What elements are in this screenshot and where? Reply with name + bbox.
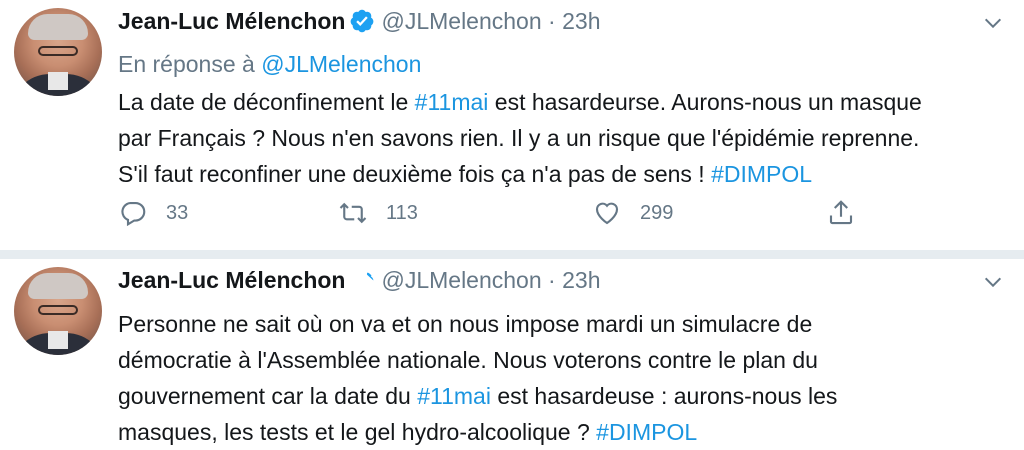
hashtag-link[interactable]: #11mai bbox=[415, 89, 489, 115]
tweet-text-line: démocratie à l'Assemblée nationale. Nous… bbox=[118, 342, 837, 378]
chevron-down-icon[interactable] bbox=[982, 12, 1004, 34]
reply-prefix: En réponse à bbox=[118, 51, 255, 77]
text-segment: Personne ne sait où on va et on nous imp… bbox=[118, 311, 813, 337]
tweet-text: La date de déconfinement le #11mai est h… bbox=[118, 84, 922, 192]
tweet-2[interactable]: Jean-Luc Mélenchon @JLMelenchon · 23h Per… bbox=[0, 259, 1024, 447]
text-segment: gouvernement car la date du bbox=[118, 383, 418, 409]
retweet-icon bbox=[339, 202, 367, 224]
tweet-separator bbox=[0, 250, 1024, 259]
tweet-header: Jean-Luc Mélenchon @JLMelenchon · 23h bbox=[118, 264, 600, 296]
hashtag-link[interactable]: #11mai bbox=[417, 383, 491, 409]
tweet-text-line: La date de déconfinement le #11mai est h… bbox=[118, 84, 922, 120]
author-name[interactable]: Jean-Luc Mélenchon bbox=[118, 267, 345, 293]
hashtag-link[interactable]: #DIMPOL bbox=[711, 161, 812, 187]
author-name[interactable]: Jean-Luc Mélenchon bbox=[118, 8, 345, 34]
text-segment: par Français ? Nous n'en savons rien. Il… bbox=[118, 125, 920, 151]
chevron-down-icon[interactable] bbox=[982, 271, 1004, 293]
author-handle[interactable]: @JLMelenchon bbox=[381, 267, 541, 293]
text-segment: est hasardeurse. Aurons-nous un masque bbox=[488, 89, 922, 115]
text-segment: masques, les tests et le gel hydro-alcoo… bbox=[118, 419, 597, 445]
text-segment: démocratie à l'Assemblée nationale. Nous… bbox=[118, 347, 818, 373]
verified-badge-icon bbox=[351, 9, 374, 33]
reply-mention-link[interactable]: @JLMelenchon bbox=[261, 51, 421, 77]
reply-count: 33 bbox=[166, 201, 189, 224]
like-count: 299 bbox=[640, 201, 674, 224]
text-segment: S'il faut reconfiner une deuxième fois ç… bbox=[118, 161, 712, 187]
text-segment: est hasardeuse : aurons-nous les bbox=[490, 383, 838, 409]
tweet-actions: 33 113 299 bbox=[118, 198, 858, 234]
header-separator: · bbox=[548, 8, 556, 34]
share-button[interactable] bbox=[826, 198, 856, 228]
tweet-text-line: S'il faut reconfiner une deuxième fois ç… bbox=[118, 156, 922, 192]
tweet-header: Jean-Luc Mélenchon @JLMelenchon · 23h bbox=[118, 5, 600, 37]
avatar-glasses bbox=[38, 46, 78, 56]
tweet-text: Personne ne sait où on va et on nous imp… bbox=[118, 306, 837, 450]
retweet-button[interactable]: 113 bbox=[338, 198, 418, 228]
header-separator: · bbox=[548, 267, 556, 293]
avatar-glasses bbox=[38, 305, 78, 315]
tweet-time[interactable]: 23h bbox=[562, 8, 600, 34]
avatar-hair bbox=[28, 14, 88, 40]
reply-context: En réponse à @JLMelenchon bbox=[118, 48, 421, 80]
avatar[interactable] bbox=[14, 267, 102, 355]
tweet-text-line: masques, les tests et le gel hydro-alcoo… bbox=[118, 414, 837, 450]
tweet-text-line: par Français ? Nous n'en savons rien. Il… bbox=[118, 120, 922, 156]
hashtag-link[interactable]: #DIMPOL bbox=[596, 419, 697, 445]
retweet-count: 113 bbox=[386, 201, 418, 224]
like-button[interactable]: 299 bbox=[592, 198, 673, 228]
verified-badge-icon bbox=[356, 272, 374, 285]
tweet-1[interactable]: Jean-Luc Mélenchon @JLMelenchon · 23h En … bbox=[0, 0, 1024, 250]
avatar-hair bbox=[28, 273, 88, 299]
tweet-text-line: Personne ne sait où on va et on nous imp… bbox=[118, 306, 837, 342]
avatar-collar bbox=[48, 331, 68, 349]
avatar[interactable] bbox=[14, 8, 102, 96]
tweet-text-line: gouvernement car la date du #11mai est h… bbox=[118, 378, 837, 414]
reply-button[interactable]: 33 bbox=[118, 198, 188, 228]
text-segment: La date de déconfinement le bbox=[118, 89, 415, 115]
reply-bubble-icon bbox=[121, 201, 146, 227]
tweet-time[interactable]: 23h bbox=[562, 267, 600, 293]
avatar-collar bbox=[48, 72, 68, 90]
share-icon bbox=[829, 200, 853, 225]
heart-icon bbox=[595, 202, 619, 225]
author-handle[interactable]: @JLMelenchon bbox=[381, 8, 541, 34]
